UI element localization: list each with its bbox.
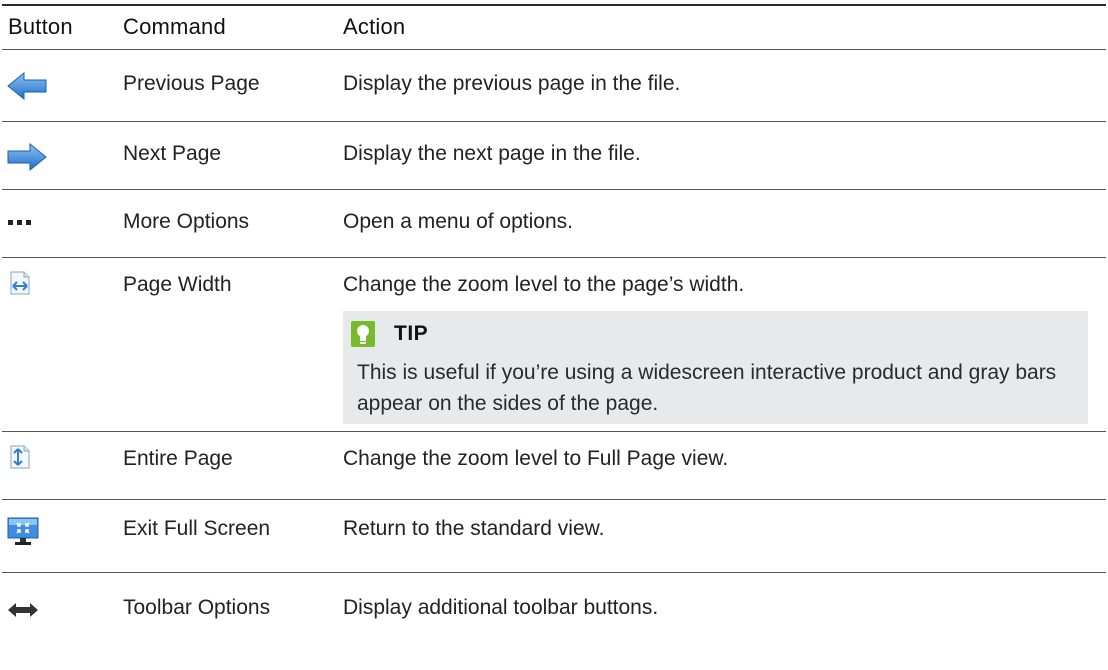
- action-text: Display additional toolbar buttons.: [343, 596, 659, 619]
- action-text: Display the next page in the file.: [343, 142, 641, 165]
- action-text: Open a menu of options.: [343, 210, 573, 233]
- table-row-next-page: Next Page Display the next page in the f…: [2, 122, 1106, 190]
- table-row-previous-page: Previous Page Display the previous page …: [2, 50, 1106, 122]
- command-label: Page Width: [123, 273, 232, 296]
- page-width-icon: [9, 271, 31, 295]
- table-row-toolbar-options: Toolbar Options Display additional toolb…: [2, 573, 1106, 643]
- next-page-arrow-icon: [7, 143, 47, 171]
- command-label: Toolbar Options: [123, 596, 271, 619]
- lightbulb-icon: [351, 321, 375, 347]
- header-command: Command: [123, 14, 226, 39]
- action-text: Return to the standard view.: [343, 517, 605, 540]
- action-text: Change the zoom level to the page’s widt…: [343, 273, 745, 296]
- more-options-ellipsis-icon: [7, 218, 35, 226]
- tip-title: TIP: [394, 322, 429, 345]
- exit-full-screen-icon: [7, 517, 39, 547]
- entire-page-icon: [9, 445, 31, 469]
- previous-page-arrow-icon: [7, 72, 47, 100]
- command-label: Next Page: [123, 142, 222, 165]
- tip-body: This is useful if you’re using a widescr…: [357, 361, 1057, 415]
- table-row-more-options: More Options Open a menu of options.: [2, 190, 1106, 258]
- toolbar-options-double-arrow-icon: [7, 602, 39, 618]
- table-row-entire-page: Entire Page Change the zoom level to Ful…: [2, 432, 1106, 500]
- header-button: Button: [8, 14, 73, 39]
- table-row-exit-full-screen: Exit Full Screen Return to the standard …: [2, 500, 1106, 573]
- commands-table: Button Command Action Previous Page Disp…: [0, 4, 1108, 643]
- table-header-row: Button Command Action: [2, 6, 1106, 50]
- action-text: Change the zoom level to Full Page view.: [343, 447, 729, 470]
- action-text: Display the previous page in the file.: [343, 72, 681, 95]
- tip-box: TIP This is useful if you’re using a wid…: [343, 311, 1088, 424]
- command-label: More Options: [123, 210, 250, 233]
- command-label: Previous Page: [123, 72, 260, 95]
- table-row-page-width: Page Width Change the zoom level to the …: [2, 258, 1106, 432]
- command-label: Entire Page: [123, 447, 233, 470]
- command-label: Exit Full Screen: [123, 517, 271, 540]
- header-action: Action: [343, 14, 406, 39]
